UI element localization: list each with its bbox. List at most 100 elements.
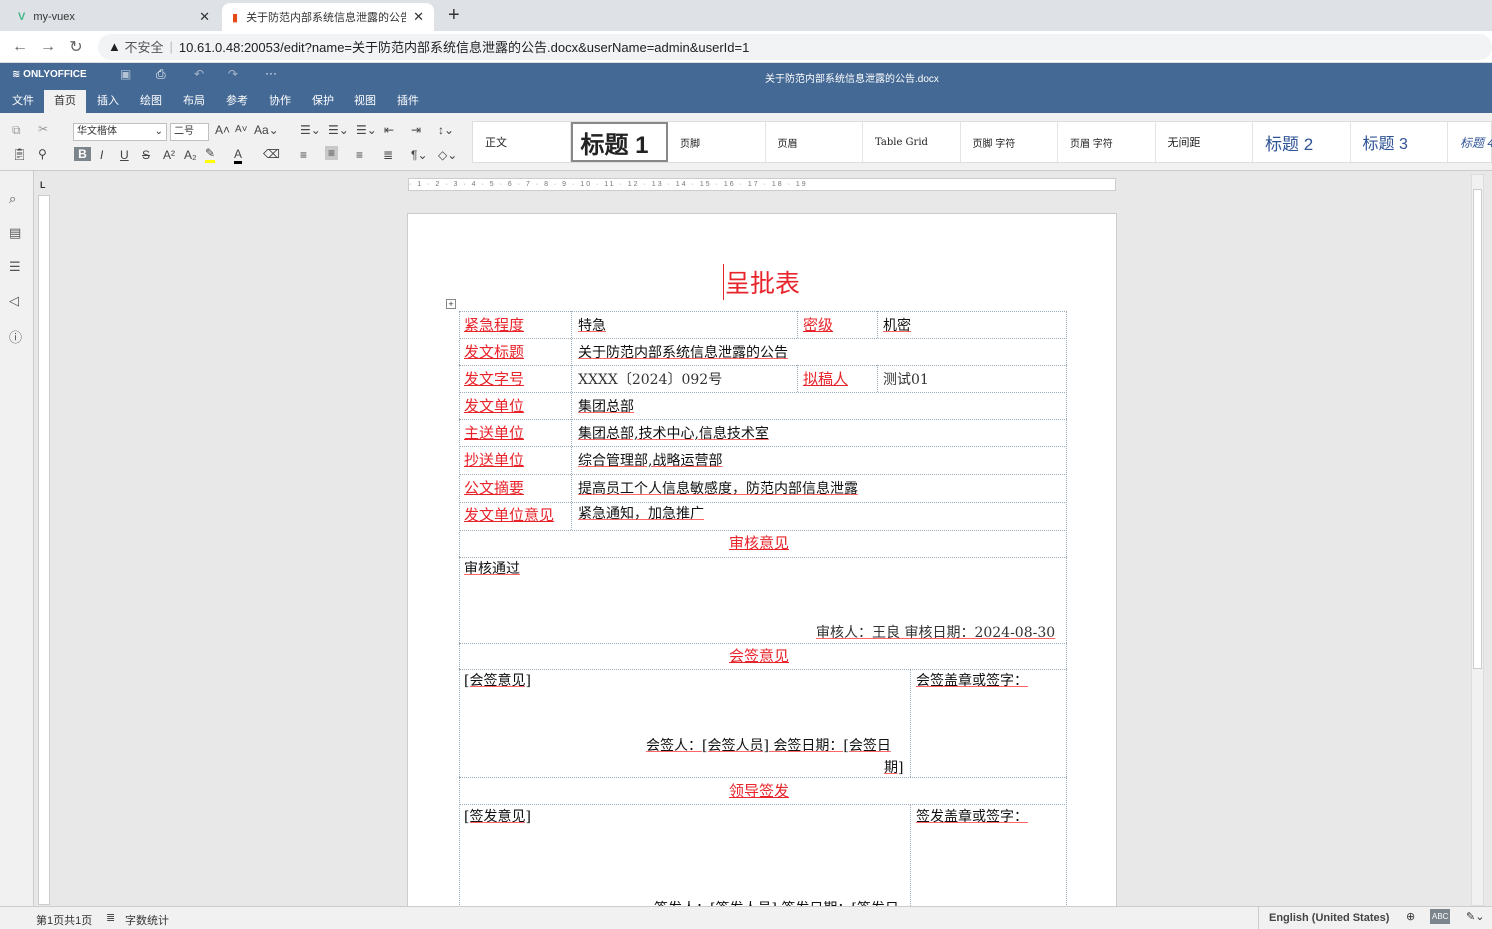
spellcheck-icon[interactable]: ABC <box>1430 909 1451 924</box>
shading-icon[interactable]: ◇⌄ <box>438 148 457 162</box>
print-icon[interactable]: ⎙ <box>156 67 166 82</box>
about-icon[interactable]: ⓘ <box>9 327 22 346</box>
menu-plugins[interactable]: 插件 <box>387 90 429 113</box>
strikethrough-icon[interactable]: S <box>142 148 150 162</box>
font-name-select[interactable]: 华文楷体 ⌄ <box>73 123 167 141</box>
change-case-icon[interactable]: Aa⌄ <box>254 123 279 137</box>
tab-my-vuex[interactable]: Vmy-vuex ✕ <box>8 3 220 31</box>
drafter-value[interactable]: 测试01 <box>883 369 929 389</box>
countersign-signer[interactable]: 会签人：[会签人员] 会签日期：[会签日 <box>646 735 891 755</box>
italic-icon[interactable]: I <box>100 148 103 162</box>
style-heading-1[interactable]: 标题 1 <box>570 122 668 162</box>
numbering-icon[interactable]: ☰⌄ <box>328 123 349 137</box>
classification-value[interactable]: 机密 <box>883 315 911 335</box>
style-footer-char[interactable]: 页脚 字符 <box>961 122 1058 162</box>
style-no-spacing[interactable]: 无间距 <box>1156 122 1253 162</box>
menu-draw[interactable]: 绘图 <box>130 90 172 113</box>
close-tab-icon[interactable]: ✕ <box>199 9 210 25</box>
reload-icon[interactable]: ↻ <box>62 37 90 57</box>
menu-protection[interactable]: 保护 <box>302 90 344 113</box>
forward-icon[interactable]: → <box>34 38 62 56</box>
document-page[interactable]: + 呈批表 紧急程度 特急 密级 机密 发文标题 关于防范内部系统信息泄露的公告… <box>407 213 1117 917</box>
issuing-unit-value[interactable]: 集团总部 <box>578 396 634 416</box>
decrease-font-icon[interactable]: A˅ <box>235 124 248 135</box>
style-heading-4[interactable]: 标题 4 <box>1448 122 1492 162</box>
menu-home[interactable]: 首页 <box>44 90 86 113</box>
search-icon[interactable]: ⌕ <box>9 191 16 207</box>
track-changes-icon[interactable]: ✎⌄ <box>1466 910 1484 923</box>
increase-indent-icon[interactable]: ⇥ <box>411 123 421 137</box>
comments-icon[interactable]: ▤ <box>9 225 21 241</box>
countersign-seal[interactable]: 会签盖章或签字： <box>916 670 1028 690</box>
font-size-select[interactable]: 二号 <box>170 123 209 141</box>
style-heading-3[interactable]: 标题 3 <box>1351 122 1448 162</box>
paragraph-marks-icon[interactable]: ¶⌄ <box>411 148 428 162</box>
font-color-icon[interactable]: A <box>234 147 243 164</box>
menu-view[interactable]: 视图 <box>344 90 386 113</box>
countersign-signer-cont[interactable]: 期] <box>884 757 903 777</box>
align-left-icon[interactable]: ≡ <box>300 148 307 162</box>
tab-stop-icon[interactable]: L <box>40 180 46 190</box>
horizontal-ruler[interactable]: · 1 · 2 · 3 · 4 · 5 · 6 · 7 · 8 · 9 · 10… <box>408 178 1116 191</box>
main-recipients-value[interactable]: 集团总部,技术中心,信息技术室 <box>578 423 769 443</box>
back-icon[interactable]: ← <box>6 38 34 56</box>
word-count-button[interactable]: 字数统计 <box>125 912 169 928</box>
leader-text[interactable]: [签发意见] <box>464 806 531 826</box>
cc-units-value[interactable]: 综合管理部,战略运营部 <box>578 450 722 470</box>
scroll-thumb[interactable] <box>1473 189 1482 669</box>
vertical-ruler[interactable] <box>38 195 50 905</box>
menu-references[interactable]: 参考 <box>216 90 258 113</box>
menu-insert[interactable]: 插入 <box>87 90 129 113</box>
style-header[interactable]: 页眉 <box>766 122 863 162</box>
new-tab-button[interactable]: + <box>448 4 460 27</box>
menu-layout[interactable]: 布局 <box>173 90 215 113</box>
underline-icon[interactable]: U <box>120 148 129 162</box>
style-header-char[interactable]: 页眉 字符 <box>1058 122 1156 162</box>
highlight-icon[interactable]: ✎ <box>205 146 216 163</box>
style-table-grid[interactable]: Table Grid <box>863 122 961 162</box>
style-heading-2[interactable]: 标题 2 <box>1253 122 1351 162</box>
style-footer[interactable]: 页脚 <box>668 122 766 162</box>
align-right-icon[interactable]: ≡ <box>356 148 363 162</box>
navigation-icon[interactable]: ☰ <box>9 259 21 275</box>
clear-style-icon[interactable]: ⌫ <box>263 147 280 161</box>
justify-icon[interactable]: ≣ <box>383 148 393 162</box>
copy-icon[interactable]: ⧉ <box>12 123 21 138</box>
unit-opinion-value[interactable]: 紧急通知，加急推广 <box>578 503 704 523</box>
redo-icon[interactable]: ↷ <box>228 67 238 81</box>
review-text[interactable]: 审核通过 <box>464 558 520 578</box>
save-icon[interactable]: ▣ <box>120 67 131 81</box>
language-select[interactable]: English (United States) <box>1269 912 1389 924</box>
feedback-icon[interactable]: ◁ <box>9 293 19 309</box>
format-painter-icon[interactable]: ⚲ <box>38 147 47 161</box>
doc-title-value[interactable]: 关于防范内部系统信息泄露的公告 <box>578 342 788 362</box>
countersign-text[interactable]: [会签意见] <box>464 670 531 690</box>
style-normal[interactable]: 正文 <box>473 122 571 162</box>
leader-seal[interactable]: 签发盖章或签字： <box>916 806 1028 826</box>
table-move-handle[interactable]: + <box>446 299 456 309</box>
subscript-icon[interactable]: A₂ <box>184 148 197 162</box>
undo-icon[interactable]: ↶ <box>194 67 204 81</box>
align-center-icon[interactable]: ≡ <box>325 146 339 160</box>
vertical-scrollbar[interactable] <box>1471 174 1484 906</box>
globe-icon[interactable]: ⊕ <box>1406 910 1415 923</box>
multilevel-icon[interactable]: ☰⌄ <box>356 123 377 137</box>
menu-file[interactable]: 文件 <box>2 90 44 113</box>
page-indicator[interactable]: 第1页共1页 <box>36 912 92 928</box>
cut-icon[interactable]: ✂ <box>38 122 48 136</box>
decrease-indent-icon[interactable]: ⇤ <box>384 123 394 137</box>
urgency-value[interactable]: 特急 <box>578 315 606 335</box>
line-spacing-icon[interactable]: ↕⌄ <box>438 123 454 137</box>
increase-font-icon[interactable]: A˄ <box>215 123 230 137</box>
superscript-icon[interactable]: A² <box>163 148 175 162</box>
review-signer[interactable]: 审核人：王良 审核日期：2024-08-30 <box>816 622 1055 642</box>
bullets-icon[interactable]: ☰⌄ <box>300 123 321 137</box>
doc-number-value[interactable]: XXXX〔2024〕092号 <box>578 369 722 389</box>
close-tab-icon[interactable]: ✕ <box>413 9 424 25</box>
summary-value[interactable]: 提高员工个人信息敏感度，防范内部信息泄露 <box>578 478 858 498</box>
url-input[interactable]: ▲ 不安全 | 10.61.0.48:20053/edit?name=关于防范内部系… <box>98 33 1492 60</box>
menu-collaboration[interactable]: 协作 <box>259 90 301 113</box>
paste-icon[interactable]: 📋︎ <box>12 147 27 161</box>
more-icon[interactable]: ··· <box>265 66 277 80</box>
bold-icon[interactable]: B <box>74 147 91 161</box>
